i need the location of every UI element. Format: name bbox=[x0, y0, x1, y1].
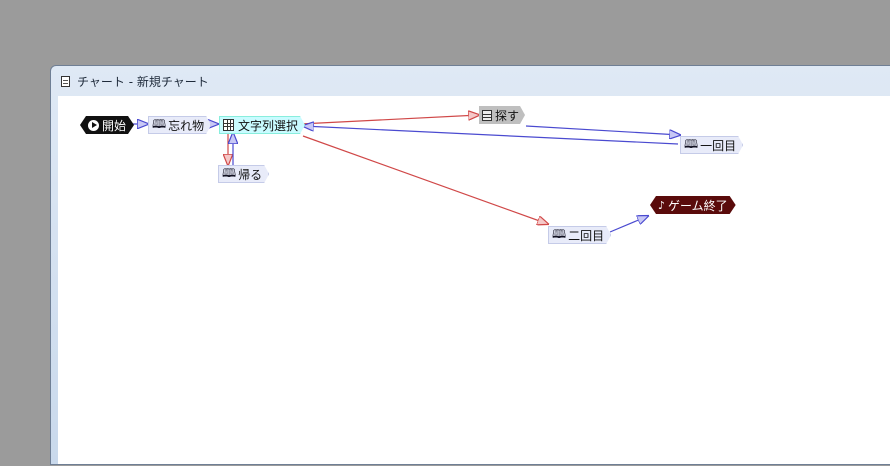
node-start[interactable]: 開始 bbox=[80, 116, 134, 134]
calculator-icon bbox=[482, 110, 492, 121]
node-first-time[interactable]: 🕮 一回目 bbox=[680, 136, 743, 154]
node-game-over[interactable]: ♪ ゲーム終了 bbox=[650, 196, 736, 214]
node-game-over-label: ゲーム終了 bbox=[668, 198, 728, 213]
book-icon: 🕮 bbox=[552, 226, 567, 241]
edge-first-to-select bbox=[303, 126, 679, 145]
node-first-time-label: 一回目 bbox=[700, 138, 737, 153]
window-titlebar[interactable]: チャート - 新規チャート bbox=[51, 66, 890, 96]
book-icon: 🕮 bbox=[222, 165, 237, 180]
play-icon bbox=[88, 120, 99, 131]
music-note-icon: ♪ bbox=[658, 198, 666, 212]
node-search[interactable]: 探す bbox=[479, 106, 525, 124]
chart-window: チャート - 新規チャート 開始 🕮 忘れ物 文字列選択 🕮 帰る 探す 🕮 一… bbox=[50, 65, 890, 465]
edge-search-to-first bbox=[525, 125, 680, 135]
chart-canvas[interactable]: 開始 🕮 忘れ物 文字列選択 🕮 帰る 探す 🕮 一回目 🕮 二回目 ♪ ゲーム… bbox=[58, 96, 890, 464]
edge-second-to-end bbox=[609, 216, 648, 233]
node-go-home-label: 帰る bbox=[238, 167, 263, 182]
flow-edges bbox=[124, 96, 890, 233]
document-icon bbox=[61, 75, 70, 87]
book-icon: 🕮 bbox=[152, 116, 167, 131]
edge-select-to-second bbox=[302, 135, 548, 224]
node-forgotten[interactable]: 🕮 忘れ物 bbox=[148, 116, 211, 134]
node-second-time[interactable]: 🕮 二回目 bbox=[548, 226, 611, 244]
edge-select-to-search bbox=[299, 115, 479, 125]
node-forgotten-label: 忘れ物 bbox=[168, 118, 205, 133]
grid-icon bbox=[223, 119, 234, 131]
window-title: チャート - 新規チャート bbox=[77, 74, 209, 89]
node-go-home[interactable]: 🕮 帰る bbox=[218, 165, 269, 183]
book-icon: 🕮 bbox=[684, 136, 699, 151]
node-start-label: 開始 bbox=[102, 118, 127, 133]
node-search-label: 探す bbox=[495, 108, 520, 123]
node-second-time-label: 二回目 bbox=[568, 228, 605, 243]
node-select-string[interactable]: 文字列選択 bbox=[219, 116, 305, 134]
node-select-string-label: 文字列選択 bbox=[238, 118, 299, 133]
